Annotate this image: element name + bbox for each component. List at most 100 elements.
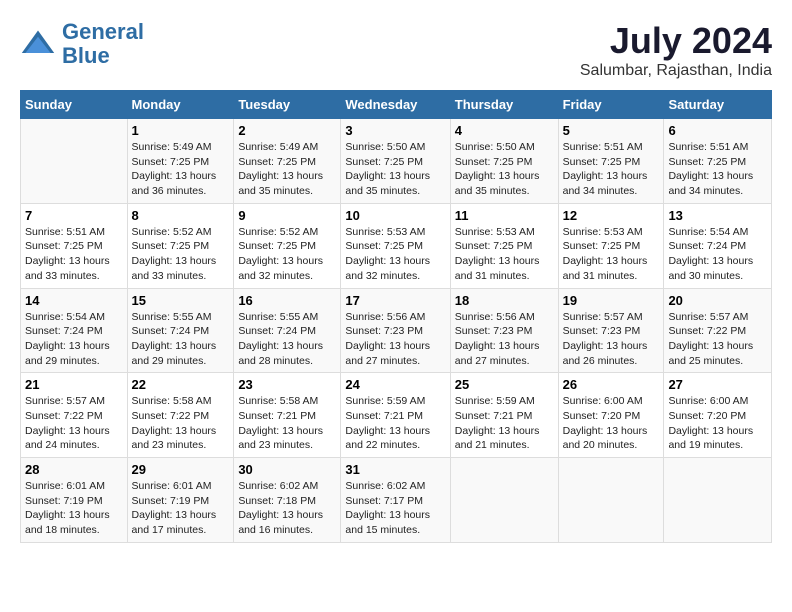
calendar-cell (558, 458, 664, 543)
calendar-cell: 13 Sunrise: 5:54 AM Sunset: 7:24 PM Dayli… (664, 203, 772, 288)
day-header-wednesday: Wednesday (341, 91, 450, 119)
day-number: 24 (345, 377, 445, 392)
calendar-cell: 27 Sunrise: 6:00 AM Sunset: 7:20 PM Dayli… (664, 373, 772, 458)
calendar-cell: 18Sunrise: 5:56 AM Sunset: 7:23 PM Dayli… (450, 288, 558, 373)
day-number: 5 (563, 123, 660, 138)
calendar-cell: 29 Sunrise: 6:01 AM Sunset: 7:19 PM Dayli… (127, 458, 234, 543)
day-number: 2 (238, 123, 336, 138)
day-info: Sunrise: 5:53 AM Sunset: 7:25 PM Dayligh… (455, 225, 554, 284)
week-row-1: 1 Sunrise: 5:49 AM Sunset: 7:25 PM Daylig… (21, 119, 772, 204)
day-info: Sunrise: 5:54 AM Sunset: 7:24 PM Dayligh… (25, 310, 123, 369)
day-info: Sunrise: 5:56 AM Sunset: 7:23 PM Dayligh… (345, 310, 445, 369)
calendar-cell: 8 Sunrise: 5:52 AM Sunset: 7:25 PM Daylig… (127, 203, 234, 288)
calendar-table: SundayMondayTuesdayWednesdayThursdayFrid… (20, 90, 772, 543)
day-info: Sunrise: 6:00 AM Sunset: 7:20 PM Dayligh… (668, 394, 767, 453)
day-info: Sunrise: 5:59 AM Sunset: 7:21 PM Dayligh… (345, 394, 445, 453)
day-info: Sunrise: 6:02 AM Sunset: 7:18 PM Dayligh… (238, 479, 336, 538)
day-info: Sunrise: 6:01 AM Sunset: 7:19 PM Dayligh… (132, 479, 230, 538)
day-number: 15 (132, 293, 230, 308)
day-number: 12 (563, 208, 660, 223)
day-number: 7 (25, 208, 123, 223)
day-number: 18 (455, 293, 554, 308)
day-number: 29 (132, 462, 230, 477)
day-number: 22 (132, 377, 230, 392)
day-number: 9 (238, 208, 336, 223)
day-header-tuesday: Tuesday (234, 91, 341, 119)
calendar-cell: 14Sunrise: 5:54 AM Sunset: 7:24 PM Dayli… (21, 288, 128, 373)
calendar-cell: 24 Sunrise: 5:59 AM Sunset: 7:21 PM Dayli… (341, 373, 450, 458)
calendar-cell: 21 Sunrise: 5:57 AM Sunset: 7:22 PM Dayli… (21, 373, 128, 458)
calendar-cell: 23 Sunrise: 5:58 AM Sunset: 7:21 PM Dayli… (234, 373, 341, 458)
day-info: Sunrise: 5:50 AM Sunset: 7:25 PM Dayligh… (345, 140, 445, 199)
calendar-cell: 25 Sunrise: 5:59 AM Sunset: 7:21 PM Dayli… (450, 373, 558, 458)
day-info: Sunrise: 5:51 AM Sunset: 7:25 PM Dayligh… (563, 140, 660, 199)
day-info: Sunrise: 5:57 AM Sunset: 7:22 PM Dayligh… (25, 394, 123, 453)
day-info: Sunrise: 5:57 AM Sunset: 7:22 PM Dayligh… (668, 310, 767, 369)
calendar-cell: 1Sunrise: 5:49 AM Sunset: 7:25 PM Daylig… (127, 119, 234, 204)
day-number: 27 (668, 377, 767, 392)
day-info: Sunrise: 5:52 AM Sunset: 7:25 PM Dayligh… (238, 225, 336, 284)
day-info: Sunrise: 5:51 AM Sunset: 7:25 PM Dayligh… (25, 225, 123, 284)
day-number: 11 (455, 208, 554, 223)
day-info: Sunrise: 5:58 AM Sunset: 7:21 PM Dayligh… (238, 394, 336, 453)
day-info: Sunrise: 5:57 AM Sunset: 7:23 PM Dayligh… (563, 310, 660, 369)
calendar-header-row: SundayMondayTuesdayWednesdayThursdayFrid… (21, 91, 772, 119)
week-row-3: 14Sunrise: 5:54 AM Sunset: 7:24 PM Dayli… (21, 288, 772, 373)
day-number: 16 (238, 293, 336, 308)
day-header-monday: Monday (127, 91, 234, 119)
calendar-cell: 2 Sunrise: 5:49 AM Sunset: 7:25 PM Daylig… (234, 119, 341, 204)
day-number: 13 (668, 208, 767, 223)
calendar-cell: 9 Sunrise: 5:52 AM Sunset: 7:25 PM Daylig… (234, 203, 341, 288)
logo-text: General Blue (62, 20, 144, 68)
day-header-friday: Friday (558, 91, 664, 119)
day-number: 19 (563, 293, 660, 308)
calendar-cell: 22 Sunrise: 5:58 AM Sunset: 7:22 PM Dayli… (127, 373, 234, 458)
day-info: Sunrise: 6:02 AM Sunset: 7:17 PM Dayligh… (345, 479, 445, 538)
day-info: Sunrise: 5:55 AM Sunset: 7:24 PM Dayligh… (238, 310, 336, 369)
calendar-cell: 19 Sunrise: 5:57 AM Sunset: 7:23 PM Dayli… (558, 288, 664, 373)
day-number: 3 (345, 123, 445, 138)
calendar-cell: 5 Sunrise: 5:51 AM Sunset: 7:25 PM Daylig… (558, 119, 664, 204)
calendar-cell: 31 Sunrise: 6:02 AM Sunset: 7:17 PM Dayli… (341, 458, 450, 543)
day-info: Sunrise: 5:59 AM Sunset: 7:21 PM Dayligh… (455, 394, 554, 453)
calendar-cell: 28Sunrise: 6:01 AM Sunset: 7:19 PM Dayli… (21, 458, 128, 543)
main-title: July 2024 (580, 20, 772, 62)
day-info: Sunrise: 5:53 AM Sunset: 7:25 PM Dayligh… (563, 225, 660, 284)
day-number: 28 (25, 462, 123, 477)
day-number: 23 (238, 377, 336, 392)
day-number: 17 (345, 293, 445, 308)
subtitle: Salumbar, Rajasthan, India (580, 62, 772, 80)
day-number: 6 (668, 123, 767, 138)
logo-icon (20, 26, 56, 62)
day-header-saturday: Saturday (664, 91, 772, 119)
day-info: Sunrise: 5:54 AM Sunset: 7:24 PM Dayligh… (668, 225, 767, 284)
calendar-cell: 16 Sunrise: 5:55 AM Sunset: 7:24 PM Dayli… (234, 288, 341, 373)
calendar-cell: 30 Sunrise: 6:02 AM Sunset: 7:18 PM Dayli… (234, 458, 341, 543)
calendar-cell: 26 Sunrise: 6:00 AM Sunset: 7:20 PM Dayli… (558, 373, 664, 458)
day-info: Sunrise: 5:53 AM Sunset: 7:25 PM Dayligh… (345, 225, 445, 284)
day-info: Sunrise: 5:52 AM Sunset: 7:25 PM Dayligh… (132, 225, 230, 284)
calendar-cell: 11 Sunrise: 5:53 AM Sunset: 7:25 PM Dayli… (450, 203, 558, 288)
calendar-cell: 17 Sunrise: 5:56 AM Sunset: 7:23 PM Dayli… (341, 288, 450, 373)
day-number: 31 (345, 462, 445, 477)
day-header-thursday: Thursday (450, 91, 558, 119)
day-number: 25 (455, 377, 554, 392)
page-header: General Blue July 2024 Salumbar, Rajasth… (20, 20, 772, 80)
day-number: 8 (132, 208, 230, 223)
calendar-cell: 15Sunrise: 5:55 AM Sunset: 7:24 PM Dayli… (127, 288, 234, 373)
calendar-cell (21, 119, 128, 204)
day-number: 21 (25, 377, 123, 392)
day-number: 26 (563, 377, 660, 392)
calendar-cell: 12 Sunrise: 5:53 AM Sunset: 7:25 PM Dayli… (558, 203, 664, 288)
day-number: 20 (668, 293, 767, 308)
week-row-5: 28 Sunrise: 6:01 AM Sunset: 7:19 PM Dayli… (21, 458, 772, 543)
day-number: 1 (132, 123, 230, 138)
day-info: Sunrise: 5:49 AM Sunset: 7:25 PM Dayligh… (238, 140, 336, 199)
day-number: 30 (238, 462, 336, 477)
day-info: Sunrise: 5:58 AM Sunset: 7:22 PM Dayligh… (132, 394, 230, 453)
day-info: Sunrise: 6:00 AM Sunset: 7:20 PM Dayligh… (563, 394, 660, 453)
week-row-2: 7 Sunrise: 5:51 AM Sunset: 7:25 PM Daylig… (21, 203, 772, 288)
calendar-cell: 3 Sunrise: 5:50 AM Sunset: 7:25 PM Daylig… (341, 119, 450, 204)
day-number: 10 (345, 208, 445, 223)
day-header-sunday: Sunday (21, 91, 128, 119)
